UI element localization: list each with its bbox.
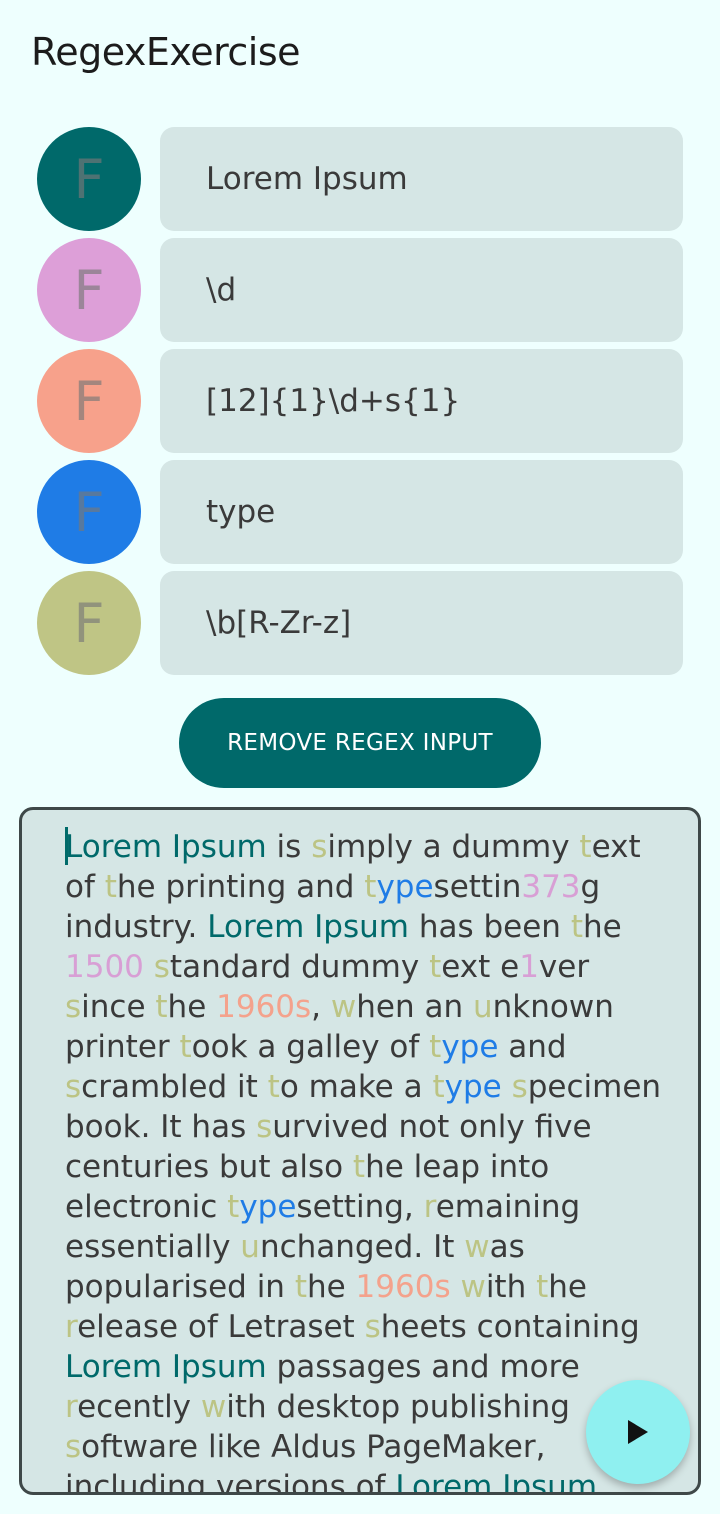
regex-match-highlight: s	[65, 989, 82, 1025]
regex-match-highlight: u	[240, 1229, 260, 1265]
regex-match-highlight: u	[472, 989, 493, 1025]
regex-input-field[interactable]: Lorem Ipsum	[160, 127, 683, 231]
regex-match-highlight: r	[423, 1189, 436, 1225]
regex-match-highlight: t	[429, 949, 442, 985]
regex-match-highlight: ype	[441, 1029, 499, 1065]
regex-input-field[interactable]: \d	[160, 238, 683, 342]
regex-color-avatar[interactable]: F	[37, 238, 141, 342]
regex-match-highlight: t	[294, 1269, 307, 1305]
regex-row: F \d	[37, 238, 683, 342]
regex-match-highlight: ype	[239, 1189, 297, 1225]
regex-match-highlight: 373	[521, 869, 581, 905]
regex-match-highlight: Lorem Ipsum	[65, 829, 267, 865]
regex-match-highlight: 1500	[65, 949, 144, 985]
regex-match-highlight: w	[330, 989, 357, 1025]
regex-input-field[interactable]: type	[160, 460, 683, 564]
regex-match-highlight: t	[364, 869, 377, 905]
regex-row: F type	[37, 460, 683, 564]
remove-regex-input-button[interactable]: REMOVE REGEX INPUT	[179, 698, 541, 788]
regex-match-highlight: r	[65, 1309, 78, 1345]
regex-color-avatar[interactable]: F	[37, 571, 141, 675]
regex-row: F [12]{1}\d+s{1}	[37, 349, 683, 453]
regex-match-highlight: t	[536, 1269, 549, 1305]
regex-match-highlight: s	[65, 1429, 82, 1465]
regex-match-highlight: s	[153, 949, 170, 985]
regex-match-highlight: t	[227, 1189, 240, 1225]
regex-match-highlight: w	[460, 1269, 486, 1305]
regex-match-highlight: 1	[519, 949, 539, 985]
regex-match-highlight: w	[464, 1229, 490, 1265]
regex-row: F Lorem Ipsum	[37, 127, 683, 231]
regex-match-highlight: 1960s	[355, 1269, 451, 1305]
regex-match-highlight: Lorem Ipsum	[395, 1469, 598, 1495]
regex-match-highlight: t	[104, 869, 117, 905]
regex-match-highlight: s	[311, 829, 328, 865]
regex-color-avatar[interactable]: F	[37, 127, 141, 231]
highlighted-text[interactable]: Lorem Ipsum is simply a dummy text of th…	[65, 827, 665, 1495]
regex-match-highlight: Lorem Ipsum	[65, 1349, 267, 1385]
regex-match-highlight: s	[364, 1309, 381, 1345]
regex-color-avatar[interactable]: F	[37, 349, 141, 453]
regex-match-highlight: 1960s	[216, 989, 312, 1025]
regex-match-highlight: ype	[444, 1069, 502, 1105]
app-title: RegexExercise	[31, 30, 301, 74]
regex-match-highlight: t	[429, 1029, 442, 1065]
play-icon	[628, 1420, 648, 1444]
regex-match-highlight: t	[179, 1029, 192, 1065]
regex-input-field[interactable]: \b[R-Zr-z]	[160, 571, 683, 675]
regex-input-list: F Lorem Ipsum F \d F [12]{1}\d+s{1} F ty…	[37, 127, 683, 675]
regex-match-highlight: t	[267, 1069, 280, 1105]
regex-match-highlight: s	[65, 1069, 82, 1105]
regex-match-highlight: Lorem Ipsum	[207, 909, 409, 945]
regex-match-highlight: t	[570, 909, 583, 945]
regex-match-highlight: t	[352, 1149, 366, 1185]
regex-match-highlight: w	[200, 1389, 227, 1425]
regex-match-highlight: r	[65, 1389, 78, 1425]
regex-match-highlight: ype	[376, 869, 434, 905]
test-text-area[interactable]: Lorem Ipsum is simply a dummy text of th…	[19, 807, 701, 1495]
regex-match-highlight: s	[256, 1109, 273, 1145]
regex-match-highlight: s	[511, 1069, 528, 1105]
regex-input-field[interactable]: [12]{1}\d+s{1}	[160, 349, 683, 453]
run-button[interactable]	[586, 1380, 690, 1484]
regex-match-highlight: t	[155, 989, 168, 1025]
regex-match-highlight: t	[432, 1069, 445, 1105]
regex-color-avatar[interactable]: F	[37, 460, 141, 564]
regex-row: F \b[R-Zr-z]	[37, 571, 683, 675]
regex-match-highlight: t	[579, 829, 592, 865]
